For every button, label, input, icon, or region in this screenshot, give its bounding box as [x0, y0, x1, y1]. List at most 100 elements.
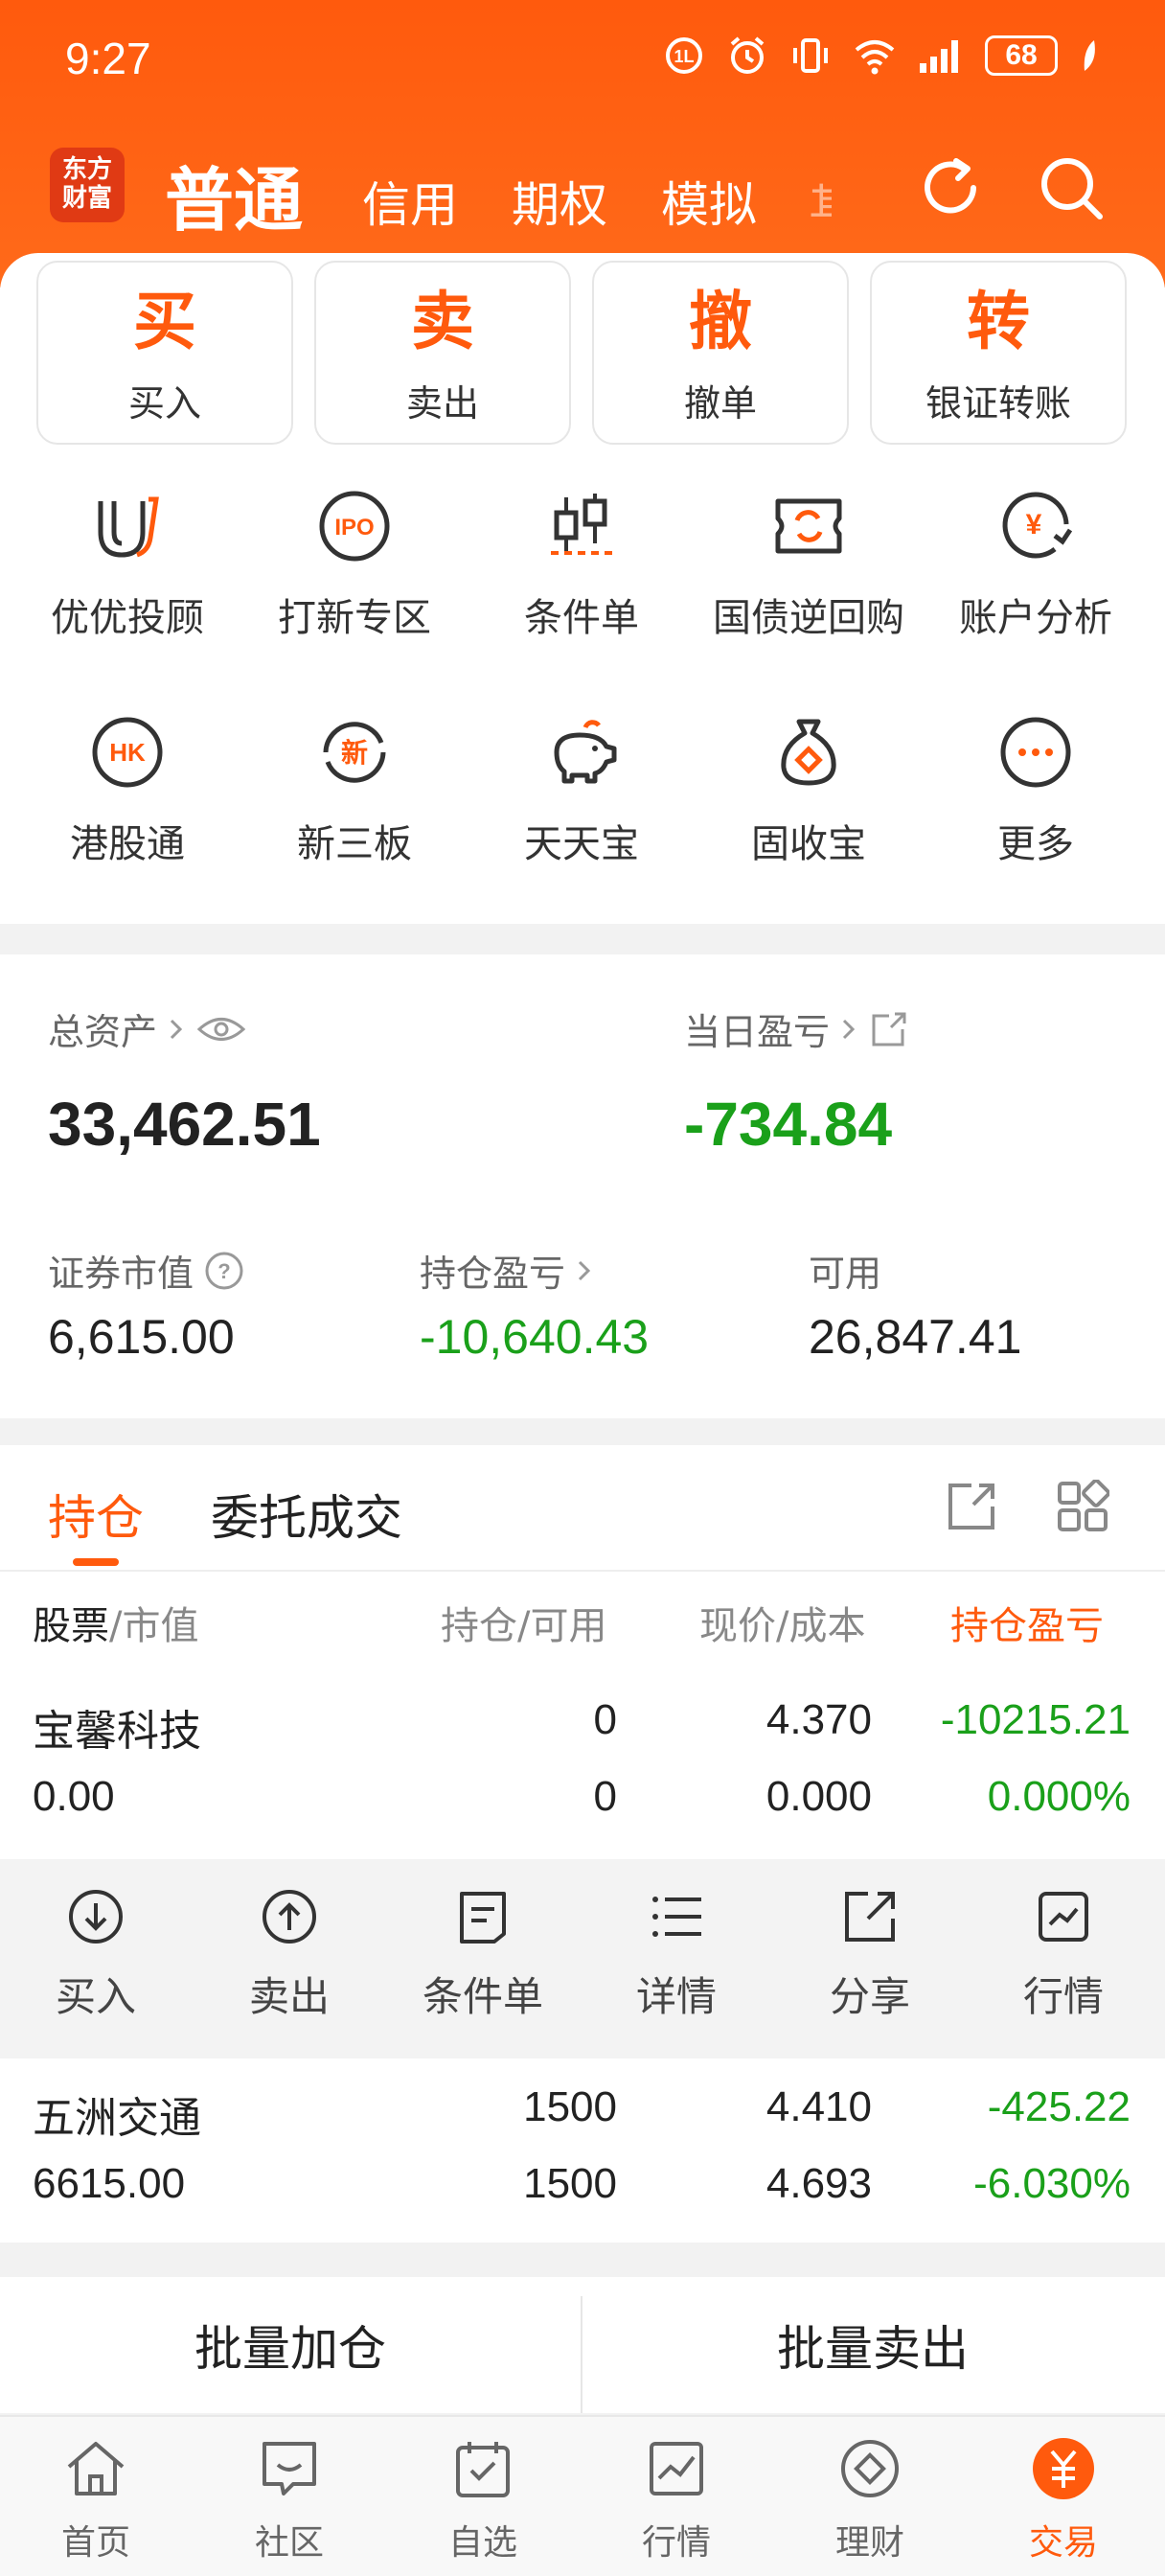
- vibrate-icon: [793, 38, 828, 73]
- row-quote-button[interactable]: 行情: [987, 1886, 1140, 2023]
- watchlist-icon: [456, 2442, 510, 2497]
- money-bag-icon: [781, 719, 836, 786]
- status-bar: 9:27 1L 68: [0, 0, 1165, 115]
- nav-home[interactable]: 首页: [19, 2432, 172, 2564]
- nav-watchlist[interactable]: 自选: [406, 2432, 560, 2564]
- chevron-right-icon: [170, 1019, 183, 1039]
- buy-button[interactable]: 买 买入: [36, 261, 293, 445]
- hk-icon: HK: [92, 717, 163, 788]
- row-share-button[interactable]: 分享: [793, 1886, 947, 2023]
- status-time: 9:27: [65, 34, 151, 83]
- grid-item-bond-repo[interactable]: 国债逆回购: [696, 483, 922, 642]
- cost-price: 0.000: [765, 1773, 872, 1820]
- row-action-bar: 买入 卖出 条件单 详情 分享 行情: [0, 1859, 1165, 2058]
- total-assets-label[interactable]: 总资产: [48, 1002, 247, 1055]
- arrow-up-circle-icon: [263, 1890, 316, 1944]
- help-icon[interactable]: ?: [203, 1250, 245, 1292]
- tab-orders-trades[interactable]: 委托成交: [211, 1480, 402, 1549]
- available-qty: 1500: [523, 2160, 617, 2207]
- repo-ticket-icon: [775, 498, 842, 554]
- holding-qty: 0: [593, 1696, 617, 1743]
- row-details-button[interactable]: 详情: [600, 1886, 753, 2023]
- available-value: 26,847.41: [809, 1310, 1022, 1364]
- app-header: 9:27 1L 68 东方 财富 普通 信用 期权 模拟 其: [0, 0, 1165, 288]
- batch-add-button[interactable]: 批量加仓: [0, 2277, 581, 2413]
- piggy-bank-icon: [554, 720, 617, 784]
- divider: [0, 1570, 1165, 1572]
- row-conditional-order-button[interactable]: 条件单: [406, 1886, 560, 2023]
- tab-options[interactable]: 期权: [512, 167, 607, 236]
- holding-pl-label[interactable]: 持仓盈亏: [420, 1244, 594, 1297]
- batch-sell-button[interactable]: 批量卖出: [582, 2277, 1163, 2413]
- tab-simulation[interactable]: 模拟: [661, 167, 757, 236]
- alarm-icon: [730, 36, 765, 74]
- chevron-right-icon: [842, 1019, 856, 1039]
- tab-normal[interactable]: 普通: [165, 144, 303, 244]
- col-header-pl-sort[interactable]: 持仓盈亏: [950, 1595, 1129, 1650]
- row-sell-button[interactable]: 卖出: [213, 1886, 366, 2023]
- eye-icon[interactable]: [195, 1013, 247, 1046]
- grid-item-tiantianbao[interactable]: 天天宝: [468, 709, 695, 868]
- active-tab-indicator: [73, 1558, 119, 1566]
- holding-pl-value: -10,640.43: [420, 1310, 650, 1364]
- market-value: 6,615.00: [48, 1310, 235, 1364]
- nav-community[interactable]: 社区: [213, 2432, 366, 2564]
- positions-panel: 持仓 委托成交 股票/市值 持仓/可用 现价/成本 持仓盈亏 宝馨科技 0.00…: [0, 1445, 1165, 2242]
- tab-credit[interactable]: 信用: [362, 167, 458, 236]
- bank-transfer-button[interactable]: 转 银证转账: [870, 261, 1127, 445]
- col-header-price: 现价/成本: [699, 1604, 866, 1648]
- wifi-icon: [855, 40, 895, 75]
- grid-item-account-analysis[interactable]: ¥ 账户分析: [923, 483, 1149, 642]
- svg-text:?: ?: [217, 1259, 230, 1283]
- sell-button[interactable]: 卖 卖出: [314, 261, 571, 445]
- svg-text:新: 新: [341, 737, 368, 769]
- svg-text:IPO: IPO: [334, 515, 374, 540]
- daily-pl-label[interactable]: 当日盈亏: [684, 1002, 910, 1055]
- status-icons: 1L 68: [663, 34, 1102, 77]
- tab-more-partial[interactable]: 其: [809, 169, 832, 217]
- position-pl-pct: 0.000%: [987, 1773, 1131, 1820]
- svg-text:¥: ¥: [1026, 509, 1042, 540]
- share-out-icon[interactable]: [945, 1480, 998, 1533]
- nav-wealth[interactable]: 理财: [793, 2432, 947, 2564]
- grid-item-more[interactable]: 更多: [923, 709, 1149, 868]
- uu-icon: [98, 496, 159, 558]
- holding-qty: 1500: [523, 2083, 617, 2130]
- home-icon: [67, 2442, 125, 2496]
- grid-item-advisor[interactable]: 优优投顾: [14, 483, 240, 642]
- batch-actions: 批量加仓 批量卖出: [0, 2277, 1165, 2413]
- position-pl: -425.22: [987, 2083, 1131, 2130]
- stock-market-value: 0.00: [33, 1773, 115, 1820]
- nav-market[interactable]: 行情: [600, 2432, 753, 2564]
- grid-item-conditional-order[interactable]: 条件单: [468, 483, 695, 642]
- ipo-icon: IPO: [319, 491, 390, 562]
- position-pl-pct: -6.030%: [973, 2160, 1131, 2207]
- cost-price: 4.693: [765, 2160, 872, 2207]
- grid-view-icon[interactable]: [1056, 1480, 1109, 1533]
- cancel-order-button[interactable]: 撤 撤单: [592, 261, 849, 445]
- share-out-icon[interactable]: [868, 1010, 910, 1048]
- refresh-icon[interactable]: [914, 151, 987, 224]
- total-assets-value: 33,462.51: [48, 1090, 321, 1159]
- tab-holdings[interactable]: 持仓: [48, 1480, 144, 1549]
- battery-indicator: 68: [985, 35, 1058, 76]
- trade-icon: [1033, 2438, 1094, 2499]
- chart-card-icon: [1039, 1892, 1088, 1942]
- new-board-icon: 新: [323, 722, 386, 783]
- asset-summary: 总资产 33,462.51 当日盈亏 -734.84 证券市值 ? 6,615.…: [0, 954, 1165, 1418]
- document-icon: [460, 1892, 506, 1944]
- search-icon[interactable]: [1035, 151, 1108, 224]
- trade-actions-card: 买 买入 卖 卖出 撤 撤单 转 银证转账 优优投顾 IPO 打新专区 条件单 …: [0, 253, 1165, 924]
- stock-name: 五洲交通: [33, 2094, 201, 2143]
- market-value-label: 证券市值 ?: [48, 1244, 245, 1297]
- row-buy-button[interactable]: 买入: [19, 1886, 172, 2023]
- grid-item-new-third-board[interactable]: 新 新三板: [241, 709, 468, 868]
- grid-item-ipo[interactable]: IPO 打新专区: [241, 483, 468, 642]
- bottom-nav: 首页 社区 自选 行情 理财 交易: [0, 2415, 1165, 2576]
- grid-item-hk-connect[interactable]: HK 港股通: [14, 709, 240, 868]
- grid-item-fixed-income[interactable]: 固收宝: [696, 709, 922, 868]
- nav-trade[interactable]: 交易: [987, 2432, 1140, 2564]
- col-header-stock: 股票/市值: [33, 1604, 199, 1648]
- candlestick-icon: [551, 494, 612, 555]
- arrow-down-circle-icon: [69, 1890, 123, 1944]
